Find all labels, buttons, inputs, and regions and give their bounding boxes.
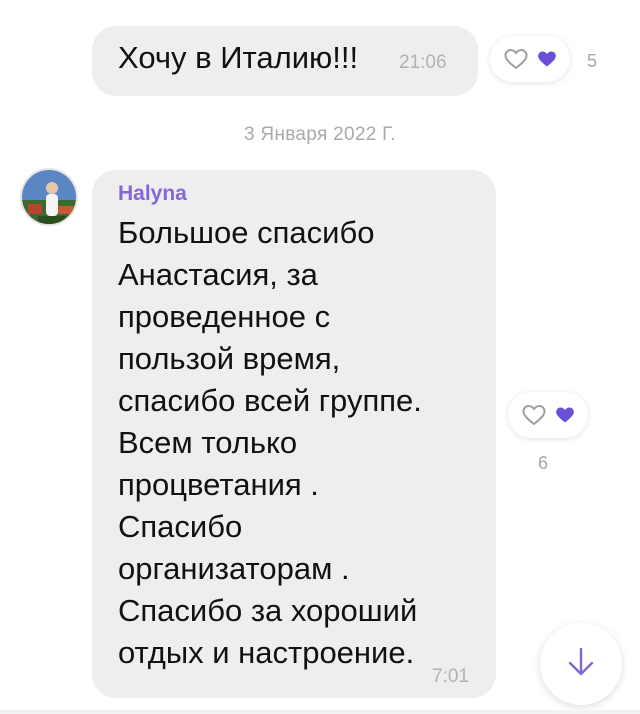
sender-name[interactable]: Halyna bbox=[118, 182, 187, 206]
message-line: пользой время, bbox=[118, 341, 341, 376]
message-line: Анастасия, за bbox=[118, 257, 318, 292]
message-bubble[interactable]: Halyna Большое спасибо Анастасия, за про… bbox=[92, 170, 496, 698]
reaction-count: 6 bbox=[538, 453, 549, 473]
reaction-count: 5 bbox=[587, 51, 598, 71]
heart-filled-icon[interactable] bbox=[536, 49, 558, 69]
reaction-pill[interactable] bbox=[508, 392, 588, 438]
reaction-pill[interactable] bbox=[490, 36, 570, 82]
message-text: Большое спасибо Анастасия, за проведенно… bbox=[118, 212, 488, 674]
message-time: 21:06 bbox=[399, 52, 447, 73]
date-separator: 3 Января 2022 Г. bbox=[243, 124, 397, 145]
heart-filled-icon[interactable] bbox=[554, 405, 576, 425]
message-line: Спасибо bbox=[118, 509, 243, 544]
message-line: спасибо всей группе. bbox=[118, 383, 422, 418]
message-bubble[interactable]: Хочу в Италию!!! 21:06 bbox=[92, 26, 478, 96]
avatar[interactable] bbox=[20, 168, 78, 226]
message-line: проведенное с bbox=[118, 299, 331, 334]
message-line: организаторам . bbox=[118, 551, 350, 586]
message-line: Всем только bbox=[118, 425, 298, 460]
chevron-down-icon bbox=[563, 644, 599, 685]
message-line: процветания . bbox=[118, 467, 319, 502]
message-text: Хочу в Италию!!! bbox=[118, 40, 359, 75]
message-line: Спасибо за хороший bbox=[118, 593, 418, 628]
message-line: Большое спасибо bbox=[118, 215, 375, 250]
divider bbox=[0, 710, 640, 714]
heart-outline-icon[interactable] bbox=[503, 47, 529, 71]
message-time: 7:01 bbox=[432, 666, 469, 687]
scroll-down-button[interactable] bbox=[540, 623, 622, 705]
heart-outline-icon[interactable] bbox=[521, 403, 547, 427]
